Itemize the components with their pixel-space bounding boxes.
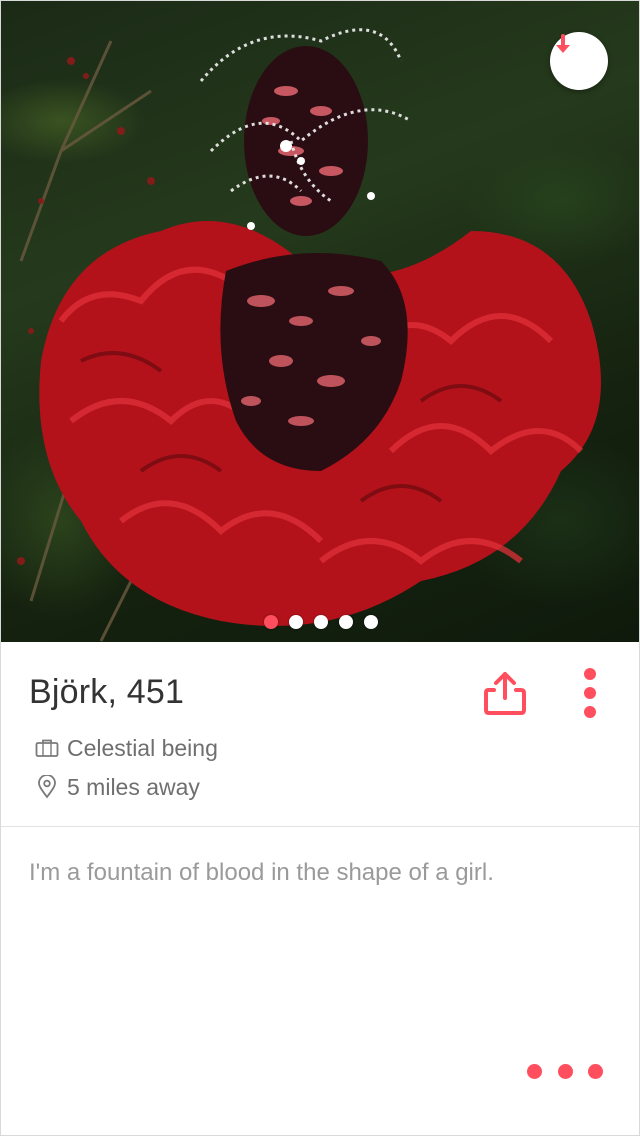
profile-card: Björk, 451 Celestial being 5 miles away … — [0, 0, 640, 1136]
more-vertical-icon-dot — [584, 687, 596, 699]
more-vertical-icon-dot — [584, 706, 596, 718]
photo-illustration — [17, 28, 602, 642]
distance-text: 5 miles away — [67, 773, 200, 800]
photo-pager — [1, 615, 639, 631]
pager-dot[interactable] — [339, 615, 353, 629]
share-icon — [484, 672, 526, 715]
download-button[interactable] — [550, 32, 608, 90]
job-title: Celestial being — [67, 734, 218, 761]
share-button[interactable] — [477, 665, 533, 721]
pager-dot[interactable] — [314, 615, 328, 629]
more-horizontal-icon-dot — [557, 1063, 573, 1079]
arrow-down-icon — [556, 34, 570, 53]
section-divider — [1, 826, 639, 827]
pager-dot[interactable] — [289, 615, 303, 629]
profile-name-age: Björk, 451 — [29, 673, 185, 711]
bottom-more-button[interactable] — [527, 1057, 603, 1085]
distance-row: 5 miles away — [33, 773, 200, 801]
pager-dot[interactable] — [364, 615, 378, 629]
location-pin-icon — [33, 773, 61, 801]
more-horizontal-icon-dot — [588, 1063, 603, 1079]
job-row: Celestial being — [33, 734, 218, 762]
more-horizontal-icon-dot — [527, 1063, 542, 1079]
more-vertical-icon-dot — [584, 668, 596, 680]
profile-bio: I'm a fountain of blood in the shape of … — [29, 859, 494, 886]
profile-photo[interactable] — [1, 1, 639, 642]
more-options-button[interactable] — [572, 665, 608, 721]
pager-dot[interactable] — [264, 615, 278, 629]
briefcase-icon — [33, 734, 61, 762]
